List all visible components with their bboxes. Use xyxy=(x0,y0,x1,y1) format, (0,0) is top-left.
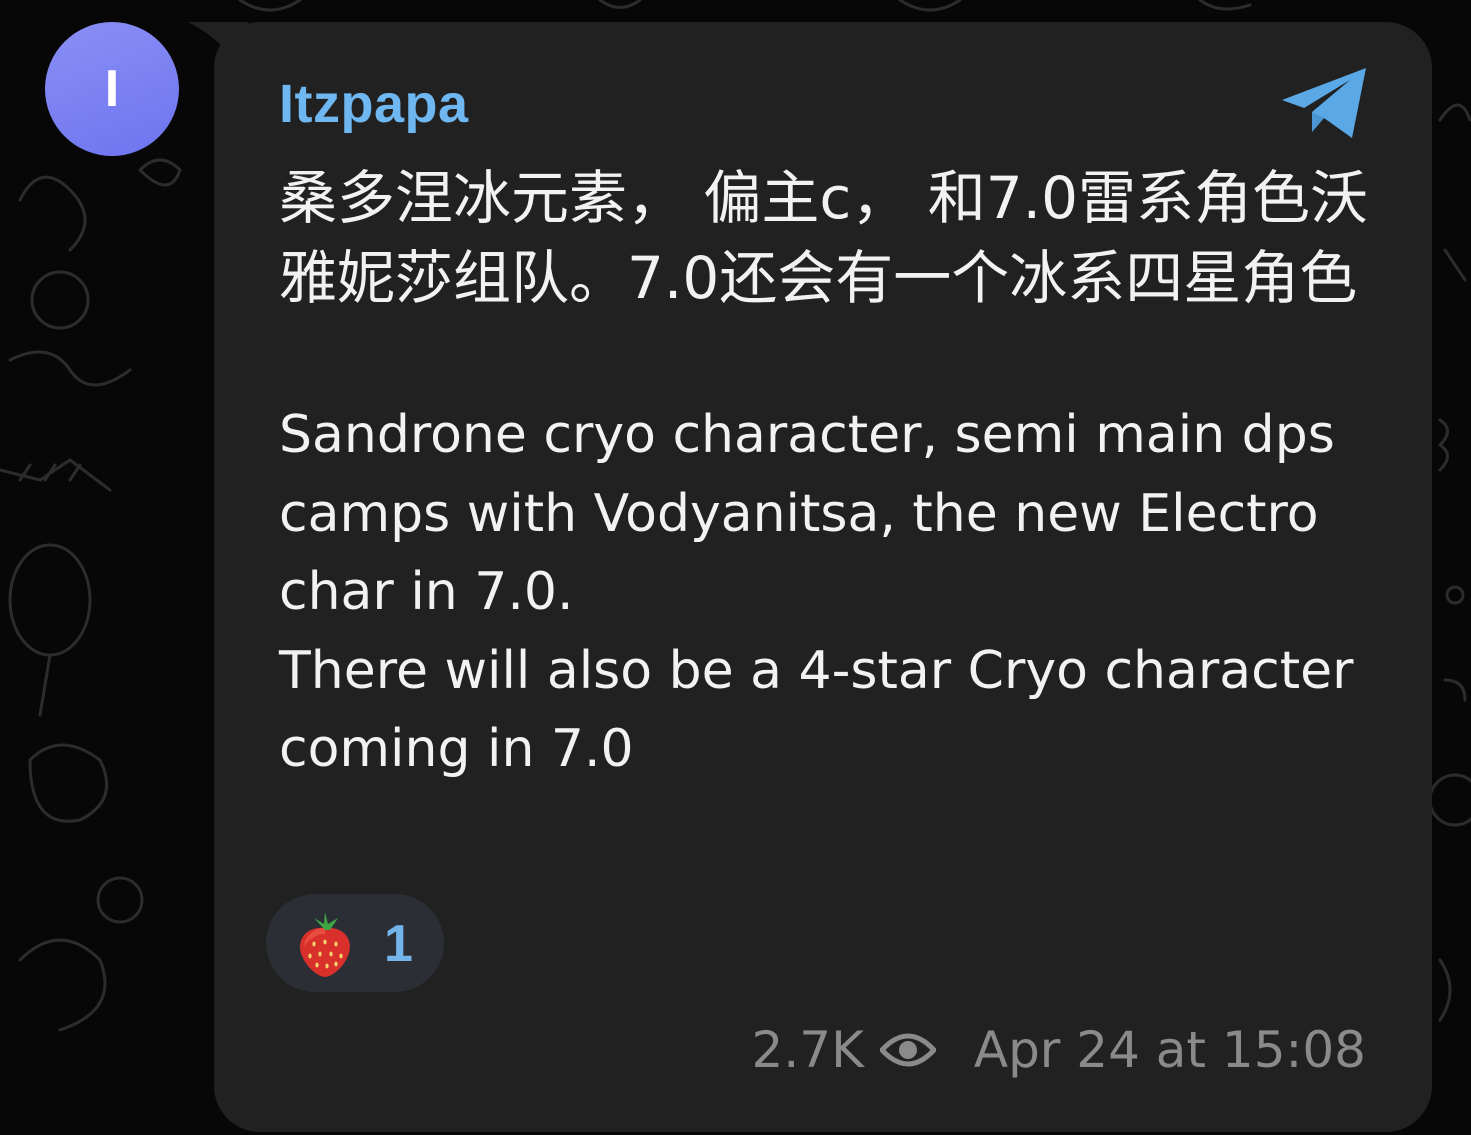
sender-avatar[interactable]: I xyxy=(45,22,179,156)
avatar-initial: I xyxy=(104,60,120,118)
reaction-count: 1 xyxy=(384,915,413,973)
message-bubble[interactable]: Itzpapa 桑多涅冰元素， 偏主c， 和7.0雷系角色沃雅妮莎组队。7.0还… xyxy=(214,22,1432,1132)
sender-name[interactable]: Itzpapa xyxy=(279,72,469,136)
message-timestamp: Apr 24 at 15:08 xyxy=(973,1021,1366,1079)
message-english-line: There will also be a 4-star Cryo charact… xyxy=(279,640,1354,780)
message-text: 桑多涅冰元素， 偏主c， 和7.0雷系角色沃雅妮莎组队。7.0还会有一个冰系四星… xyxy=(279,158,1379,789)
message-chinese-text: 桑多涅冰元素， 偏主c， 和7.0雷系角色沃雅妮莎组队。7.0还会有一个冰系四星… xyxy=(279,164,1369,312)
eye-icon xyxy=(879,1033,936,1067)
reaction-chip[interactable]: 1 xyxy=(266,894,444,992)
message-english-line: Sandrone cryo character, semi main dps c… xyxy=(279,405,1335,622)
views-count: 2.7K xyxy=(751,1021,864,1079)
strawberry-icon xyxy=(300,912,350,977)
telegram-plane-icon[interactable] xyxy=(1278,66,1370,142)
message-meta: 2.7K Apr 24 at 15:08 xyxy=(752,1018,1366,1082)
